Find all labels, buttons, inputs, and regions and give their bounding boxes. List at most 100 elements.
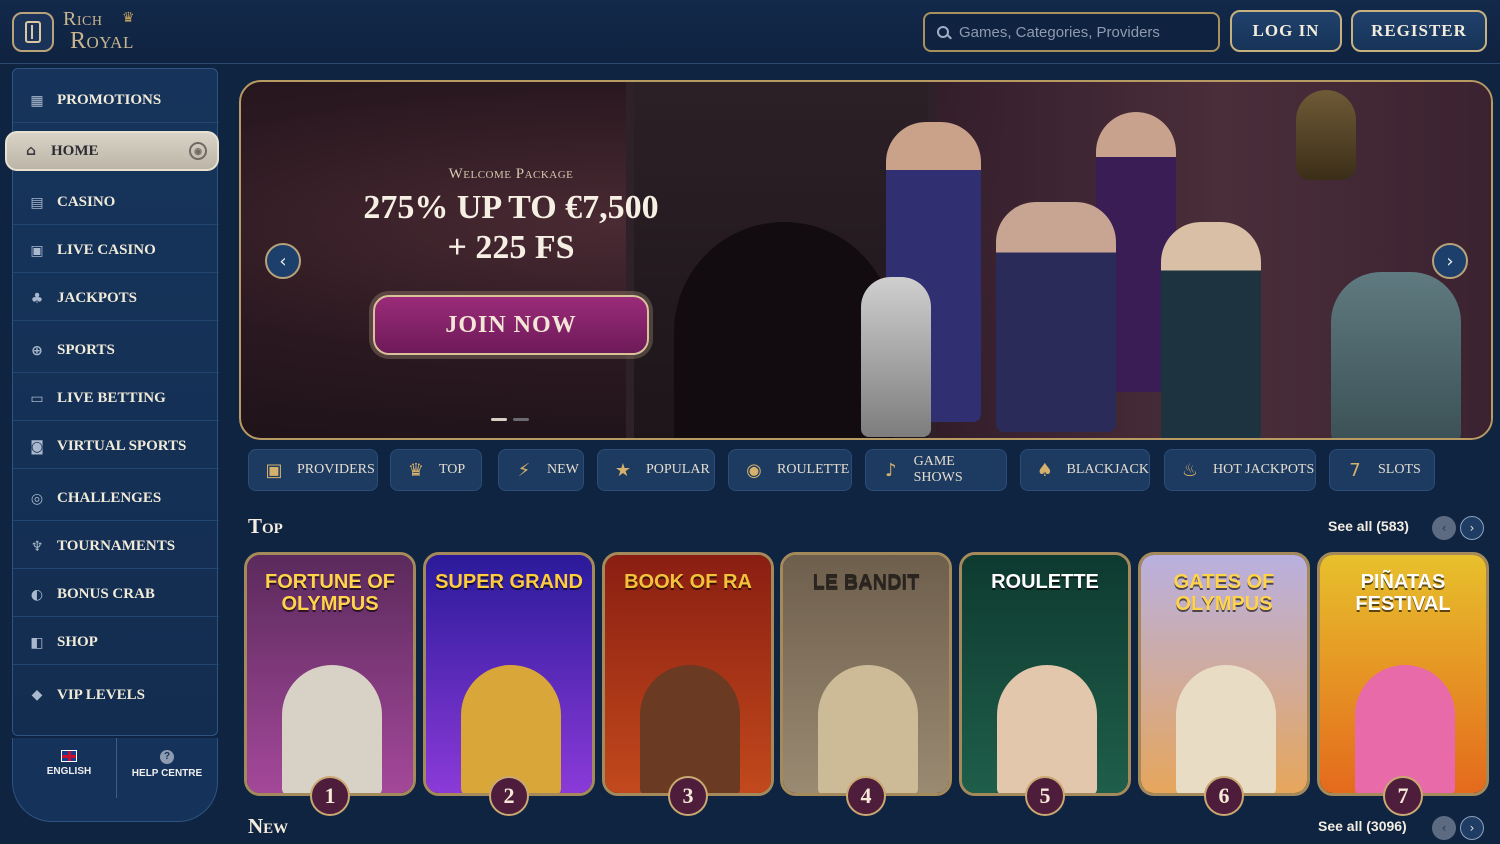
- game-title: ROULETTE: [991, 571, 1099, 593]
- game-card[interactable]: PIÑATAS FESTIVAL: [1317, 552, 1489, 796]
- flame-icon: ♨: [1181, 459, 1199, 481]
- category-label: BLACKJACK: [1066, 462, 1149, 477]
- see-all-top-link[interactable]: See all (583): [1328, 518, 1409, 534]
- headline-line2: + 225 FS: [447, 229, 575, 266]
- game-rank-badge: 6: [1204, 776, 1244, 816]
- help-centre-link[interactable]: ? HELP CENTRE: [117, 750, 217, 779]
- chevron-left-icon: ‹: [279, 250, 287, 272]
- register-button[interactable]: REGISTER: [1351, 10, 1487, 52]
- sidebar-item-label: SPORTS: [57, 342, 115, 358]
- login-button[interactable]: LOG IN: [1230, 10, 1342, 52]
- sidebar-item-virtual-sports[interactable]: ◙ VIRTUAL SPORTS: [13, 425, 219, 469]
- new-prev-button[interactable]: ‹: [1432, 816, 1456, 840]
- site-logo[interactable]: Rich ♛ Royal: [62, 8, 157, 56]
- game-card[interactable]: BOOK OF RA: [602, 552, 774, 796]
- sidebar-item-label: TOURNAMENTS: [57, 538, 176, 554]
- category-label: PROVIDERS: [297, 462, 375, 477]
- lightning-icon: ⚡: [517, 459, 531, 481]
- providers-icon: ▣: [265, 459, 283, 481]
- language-label: ENGLISH: [46, 766, 92, 777]
- category-popular[interactable]: ★ POPULAR: [597, 449, 715, 491]
- game-card[interactable]: FORTUNE OF OLYMPUS: [244, 552, 416, 796]
- sidebar-item-vip-levels[interactable]: ◆ VIP LEVELS: [13, 673, 219, 717]
- category-game-shows[interactable]: ♪ GAME SHOWS: [865, 449, 1007, 491]
- category-slots[interactable]: 7 SLOTS: [1329, 449, 1435, 491]
- live-tv-icon: ▭: [30, 390, 44, 407]
- sidebar-item-sports[interactable]: ⊕ SPORTS: [13, 329, 219, 373]
- welcome-package-label: Welcome Package: [448, 166, 574, 182]
- diamond-icon: ◆: [31, 687, 43, 703]
- sidebar-item-home[interactable]: ⌂ HOME ◉: [5, 131, 219, 171]
- help-label: HELP CENTRE: [131, 768, 203, 779]
- sidebar-item-label: VIRTUAL SPORTS: [57, 438, 187, 454]
- bag-icon: ◧: [30, 634, 44, 651]
- banner-figure-blonde: [1161, 222, 1261, 438]
- sidebar-item-shop[interactable]: ◧ SHOP: [13, 621, 219, 665]
- game-rank-badge: 7: [1383, 776, 1423, 816]
- game-rank-badge: 4: [846, 776, 886, 816]
- game-card[interactable]: SUPER GRAND: [423, 552, 595, 796]
- chevron-right-icon: ›: [1446, 250, 1454, 272]
- new-next-button[interactable]: ›: [1460, 816, 1484, 840]
- game-card[interactable]: LE BANDIT: [780, 552, 952, 796]
- sidebar-item-tournaments[interactable]: ♆ TOURNAMENTS: [13, 525, 219, 569]
- game-card[interactable]: ROULETTE: [959, 552, 1131, 796]
- category-top[interactable]: ♛ TOP: [390, 449, 482, 491]
- help-icon: ?: [160, 750, 174, 764]
- sidebar-item-casino[interactable]: ▤ CASINO: [13, 181, 219, 225]
- pagination-dot[interactable]: [491, 418, 507, 421]
- slot-machine-icon: ▤: [30, 194, 44, 211]
- game-title: LE BANDIT: [812, 571, 920, 593]
- search-box[interactable]: [923, 12, 1220, 52]
- crown-icon: ♛: [122, 11, 135, 26]
- pagination-dot[interactable]: [513, 418, 529, 421]
- language-selector[interactable]: ENGLISH: [19, 750, 119, 777]
- banner-prev-button[interactable]: ‹: [265, 243, 301, 279]
- see-all-new-link[interactable]: See all (3096): [1318, 818, 1407, 834]
- sidebar-item-live-betting[interactable]: ▭ LIVE BETTING: [13, 377, 219, 421]
- top-next-button[interactable]: ›: [1460, 516, 1484, 540]
- sidebar-toggle-icon: [25, 21, 41, 43]
- category-hot-jackpots[interactable]: ♨ HOT JACKPOTS: [1164, 449, 1316, 491]
- category-providers[interactable]: ▣ PROVIDERS: [248, 449, 378, 491]
- sidebar-toggle-button[interactable]: [12, 12, 54, 52]
- banner-next-button[interactable]: ›: [1432, 243, 1468, 279]
- game-title: SUPER GRAND: [435, 571, 583, 593]
- section-title-new: New: [248, 814, 289, 838]
- gift-icon: ▦: [30, 92, 44, 109]
- category-roulette[interactable]: ◉ ROULETTE: [728, 449, 852, 491]
- section-title-top: Top: [248, 514, 283, 538]
- sidebar-item-label: LIVE BETTING: [57, 390, 166, 406]
- banner-armchair: [1331, 272, 1461, 438]
- chevron-right-icon: ›: [1469, 821, 1475, 835]
- search-input[interactable]: [959, 23, 1199, 41]
- chevron-left-icon: ‹: [1441, 521, 1447, 535]
- category-label: HOT JACKPOTS: [1213, 462, 1315, 477]
- game-card[interactable]: GATES OF OLYMPUS: [1138, 552, 1310, 796]
- game-rank-badge: 1: [310, 776, 350, 816]
- top-prev-button[interactable]: ‹: [1432, 516, 1456, 540]
- game-rank-badge: 2: [489, 776, 529, 816]
- top-header: Rich ♛ Royal LOG IN REGISTER: [0, 0, 1500, 64]
- sidebar-item-promotions[interactable]: ▦ PROMOTIONS: [13, 79, 219, 123]
- ball-icon: ⊕: [31, 342, 43, 359]
- sidebar-item-label: HOME: [51, 142, 99, 159]
- sidebar-item-label: CHALLENGES: [57, 490, 162, 506]
- category-label: TOP: [439, 462, 466, 477]
- roulette-icon: ◉: [746, 459, 762, 481]
- sidebar-item-live-casino[interactable]: ▣ LIVE CASINO: [13, 229, 219, 273]
- sidebar-item-bonus-crab[interactable]: ◐ BONUS CRAB: [13, 573, 219, 617]
- category-blackjack[interactable]: ♠ BLACKJACK: [1020, 449, 1150, 491]
- crown-icon: ♛: [407, 459, 425, 481]
- star-icon: ★: [614, 459, 632, 481]
- sevens-icon: 7: [1349, 459, 1361, 481]
- sidebar-item-jackpots[interactable]: ♣ JACKPOTS: [13, 277, 219, 321]
- game-rank-badge: 5: [1025, 776, 1065, 816]
- category-new[interactable]: ⚡ NEW: [498, 449, 584, 491]
- join-now-button[interactable]: JOIN NOW: [373, 295, 649, 355]
- crab-icon: ◐: [30, 586, 44, 603]
- sidebar-item-challenges[interactable]: ◎ CHALLENGES: [13, 477, 219, 521]
- sidebar-item-label: SHOP: [57, 634, 98, 650]
- sidebar-item-label: JACKPOTS: [57, 290, 138, 306]
- banner-vase: [1296, 90, 1356, 180]
